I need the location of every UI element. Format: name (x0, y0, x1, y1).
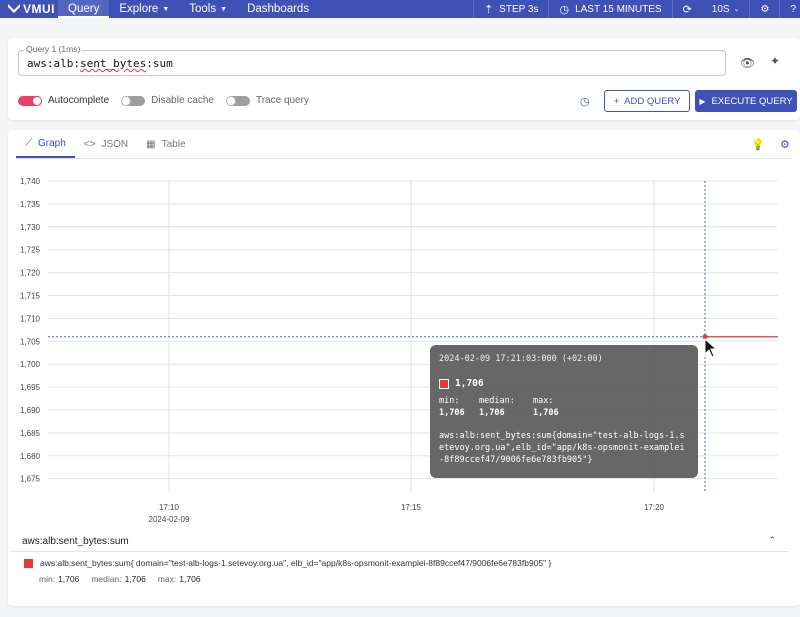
sparkle-icon[interactable]: ✦ (770, 54, 780, 68)
help-button[interactable]: ? (779, 0, 800, 18)
tooltip-max-value: 1,706 (533, 408, 559, 418)
nav-tools-label: Tools (189, 3, 217, 15)
trace-query-label: Trace query (255, 95, 309, 106)
refresh-icon: ⟳ (682, 3, 692, 16)
add-query-label: ADD QUERY (624, 95, 681, 107)
tooltip-series-label: aws:alb:sent_bytes:sum{domain="test-alb-… (439, 431, 685, 465)
table-icon: ▦ (146, 138, 156, 150)
tooltip-value-row: 1,706 (439, 378, 689, 389)
play-icon: ▶ (699, 96, 706, 106)
step-button[interactable]: ⇡ STEP 3s (472, 0, 549, 18)
refresh-label: 10S (711, 3, 730, 15)
query-text-spellcheck: sent_bytes (79, 57, 147, 70)
eye-icon[interactable]: 👁 (740, 56, 755, 70)
gear-icon: ⚙ (760, 3, 770, 15)
legend-item-label: aws:alb:sent_bytes:sum{ domain="test-alb… (40, 558, 552, 568)
caret-down-icon: ▼ (220, 5, 228, 13)
query-input[interactable]: aws:alb:sent_bytes:sum (18, 50, 726, 76)
tab-json-label: JSON (101, 138, 129, 150)
settings-button[interactable]: ⚙ (749, 0, 779, 18)
legend-median-value: 1,706 (124, 574, 146, 584)
add-query-button[interactable]: + ADD QUERY (604, 90, 690, 112)
nav-dashboards[interactable]: Dashboards (237, 0, 319, 18)
plus-icon: + (613, 95, 620, 107)
tooltip-value: 1,706 (455, 378, 484, 389)
tooltip-min-value: 1,706 (439, 408, 465, 418)
tab-table[interactable]: ▦ Table (137, 130, 194, 158)
nav-explore[interactable]: Explore ▼ (109, 0, 179, 18)
query-panel: Query 1 (1ms) aws:alb:sent_bytes:sum 👁 ✦… (8, 38, 800, 120)
tooltip-date: 2024-02-09 17:21:03:000 (+02:00) (439, 354, 603, 364)
trace-query-toggle[interactable] (225, 95, 250, 106)
nav-query[interactable]: Query (58, 0, 110, 18)
legend-color-swatch (24, 558, 33, 568)
execute-query-button[interactable]: ▶ EXECUTE QUERY (695, 90, 797, 112)
step-icon: ⇡ (483, 3, 494, 16)
query-label: Query 1 (1ms) (24, 44, 83, 54)
refresh-button[interactable]: ⟳ 10S ⌄ (671, 0, 750, 18)
query-text-suffix: :sum (146, 57, 173, 70)
autocomplete-label: Autocomplete (48, 95, 110, 106)
autocomplete-toggle[interactable] (18, 95, 42, 106)
disable-cache-toggle[interactable] (121, 95, 146, 106)
execute-query-label: EXECUTE QUERY (711, 95, 793, 107)
chevron-down-icon: ⌄ (733, 6, 740, 13)
top-header: VMUI Query Explore ▼ Tools ▼ Dashboards ⇡ S… (0, 0, 800, 18)
tab-table-label: Table (161, 138, 186, 150)
legend-min-label: min: (39, 574, 56, 584)
logo-icon (8, 4, 20, 13)
legend-max-label: max: (157, 574, 177, 584)
legend-item[interactable]: aws:alb:sent_bytes:sum{ domain="test-alb… (24, 558, 551, 568)
logo-text: VMUI (23, 2, 55, 16)
time-range-button[interactable]: ◷ LAST 15 MINUTES (548, 0, 671, 18)
tab-graph[interactable]: ⟋ Graph (16, 130, 75, 158)
help-icon: ? (790, 3, 796, 15)
legend-median-label: median: (91, 574, 122, 584)
query-text: aws:alb:sent_bytes:sum (27, 57, 173, 70)
step-label: STEP 3s (499, 3, 539, 15)
query-text-prefix: aws:alb: (27, 57, 80, 70)
disable-cache-label: Disable cache (151, 95, 214, 106)
legend-stats: min: 1,706 median: 1,706 max: 1,706 (39, 574, 213, 584)
graph-settings-icon[interactable]: ⚙ (780, 138, 790, 151)
tooltip-median-label: median: (479, 396, 515, 406)
mouse-cursor-icon (704, 338, 718, 358)
nav-dashboards-label: Dashboards (247, 3, 310, 15)
vmui-logo[interactable]: VMUI (0, 2, 58, 16)
series-color-swatch (439, 378, 449, 389)
history-icon[interactable]: ◷ (580, 95, 590, 108)
chart-line-icon: ⟋ (25, 137, 32, 149)
legend-max-value: 1,706 (179, 574, 201, 584)
chart-tooltip: 2024-02-09 17:21:03:000 (+02:00) 1,706 m… (430, 345, 698, 478)
tooltip-median-value: 1,706 (479, 408, 505, 418)
time-range-label: LAST 15 MINUTES (575, 3, 662, 15)
tooltip-stats: min: median: max: 1,706 1,706 1,706 (439, 396, 689, 418)
nav-query-label: Query (68, 3, 100, 15)
tab-graph-label: Graph (38, 137, 66, 149)
lightbulb-icon[interactable]: 💡 (751, 138, 765, 151)
clock-icon: ◷ (559, 3, 570, 16)
legend-min-value: 1,706 (58, 574, 80, 584)
tooltip-max-label: max: (533, 396, 554, 406)
nav-tools[interactable]: Tools ▼ (179, 0, 237, 18)
tabs-divider (16, 158, 792, 159)
legend-title: aws:alb:sent_bytes:sum (22, 536, 129, 547)
chevron-up-icon[interactable]: ⌃ (768, 535, 776, 546)
tooltip-min-label: min: (439, 396, 460, 406)
caret-down-icon: ▼ (162, 5, 170, 13)
code-icon: <> (83, 138, 96, 150)
tab-json[interactable]: <> JSON (75, 130, 137, 158)
nav-explore-label: Explore (119, 3, 159, 15)
legend-header[interactable]: aws:alb:sent_bytes:sum ⌃ (10, 532, 788, 552)
